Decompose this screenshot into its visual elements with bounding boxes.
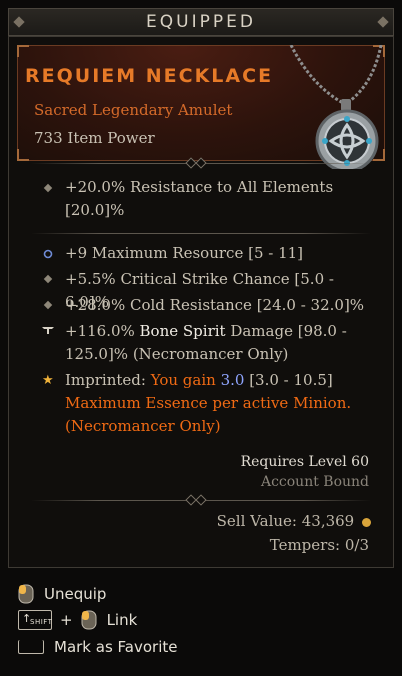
diamond-bullet-icon <box>43 300 53 310</box>
stat-cold-resist: +28.0% Cold Resistance [24.0 - 32.0]% <box>65 296 365 314</box>
sell-value: Sell Value: 43,369 <box>217 512 371 530</box>
required-level: Requires Level 60 <box>240 454 369 470</box>
diamond-bullet-icon <box>43 183 53 193</box>
gold-coin-icon <box>362 517 371 527</box>
mouse-icon <box>81 610 97 630</box>
favorite-control[interactable]: Mark as Favorite <box>18 638 177 656</box>
equipped-header: EQUIPPED <box>8 8 394 36</box>
star-icon: ★ <box>42 373 54 388</box>
item-name: REQUIEM NECKLACE <box>25 65 274 87</box>
affix-all-resist: +20.0% Resistance to All Elements [20.0]… <box>65 178 334 219</box>
account-bound: Account Bound <box>260 474 369 490</box>
tempers-count: Tempers: 0/3 <box>269 536 369 554</box>
controls-bar: Unequip ↑ SHIFT + Link Mark as Favorite <box>0 572 402 676</box>
amulet-icon <box>289 45 383 169</box>
header-title: EQUIPPED <box>146 12 256 32</box>
imprinted-aspect: Imprinted: You gain 3.0 [3.0 - 10.5] Max… <box>65 371 352 435</box>
item-power: 733 Item Power <box>34 129 155 147</box>
item-type: Sacred Legendary Amulet <box>34 101 233 119</box>
stat-bone-spirit: +116.0% Bone Spirit Damage [98.0 - 125.0… <box>65 322 347 363</box>
header-ornament-left <box>13 16 25 28</box>
unequip-control[interactable]: Unequip <box>18 584 106 604</box>
shift-key-icon: ↑ SHIFT <box>18 610 52 630</box>
link-control[interactable]: ↑ SHIFT + Link <box>18 610 137 630</box>
item-tooltip: REQUIEM NECKLACE Sacred Legendary Amulet… <box>8 36 394 568</box>
spacebar-key-icon <box>18 640 44 654</box>
diamond-bullet-icon <box>43 274 53 284</box>
stat-max-resource: +9 Maximum Resource [5 - 11] <box>65 244 304 262</box>
header-ornament-right <box>377 16 389 28</box>
resource-bullet-icon <box>43 249 53 259</box>
divider <box>31 233 371 234</box>
skill-bullet-icon <box>42 327 54 334</box>
mouse-icon <box>18 584 34 604</box>
